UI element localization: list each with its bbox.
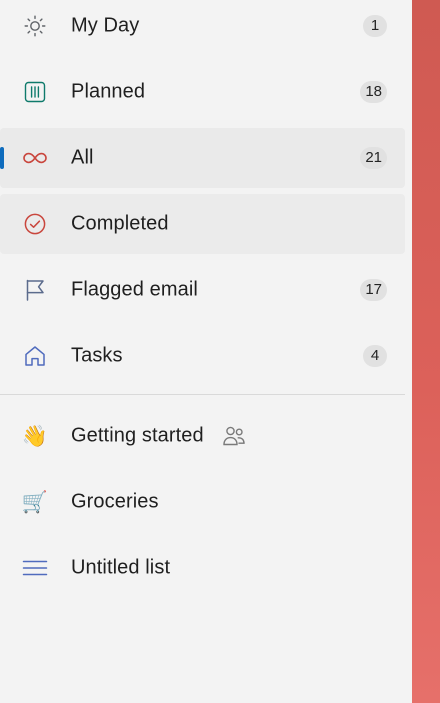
list-divider: [0, 394, 405, 395]
nav-label: All: [71, 146, 94, 169]
nav-item-completed[interactable]: Completed: [0, 194, 405, 254]
infinity-icon: [22, 146, 48, 170]
count-badge: 17: [360, 279, 387, 301]
sun-icon: [22, 14, 48, 38]
nav-label: Untitled list: [71, 556, 171, 579]
nav-label: My Day: [71, 14, 140, 37]
calendar-grid-icon: [22, 80, 48, 104]
nav-label: Tasks: [71, 344, 123, 367]
nav-item-my-day[interactable]: My Day 1: [0, 0, 405, 56]
count-badge: 21: [360, 147, 387, 169]
nav-item-planned[interactable]: Planned 18: [0, 62, 405, 122]
nav-label: Flagged email: [71, 278, 198, 301]
nav-label: Completed: [71, 212, 169, 235]
nav-label: Groceries: [71, 490, 159, 513]
count-badge: 1: [363, 15, 387, 37]
nav-item-tasks[interactable]: Tasks 4: [0, 326, 405, 386]
nav-item-untitled-list[interactable]: Untitled list: [0, 538, 405, 598]
sidebar: My Day 1 Planned 18 All 21 Completed Fla…: [0, 0, 412, 703]
check-circle-icon: [22, 212, 48, 236]
waving-hand-icon: 👋: [21, 424, 49, 448]
shared-people-icon: [222, 425, 246, 447]
list-lines-icon: [22, 556, 48, 580]
nav-item-all[interactable]: All 21: [0, 128, 405, 188]
home-icon: [22, 344, 48, 368]
main-pane-edge: [412, 0, 440, 703]
count-badge: 4: [363, 345, 387, 367]
nav-item-getting-started[interactable]: 👋 Getting started: [0, 406, 405, 466]
nav-item-flagged-email[interactable]: Flagged email 17: [0, 260, 405, 320]
count-badge: 18: [360, 81, 387, 103]
shopping-cart-icon: 🛒: [21, 490, 49, 514]
nav-label: Planned: [71, 80, 146, 103]
flag-icon: [22, 278, 48, 302]
selection-indicator: [0, 147, 4, 169]
nav-item-groceries[interactable]: 🛒 Groceries: [0, 472, 405, 532]
nav-label: Getting started: [71, 424, 204, 447]
